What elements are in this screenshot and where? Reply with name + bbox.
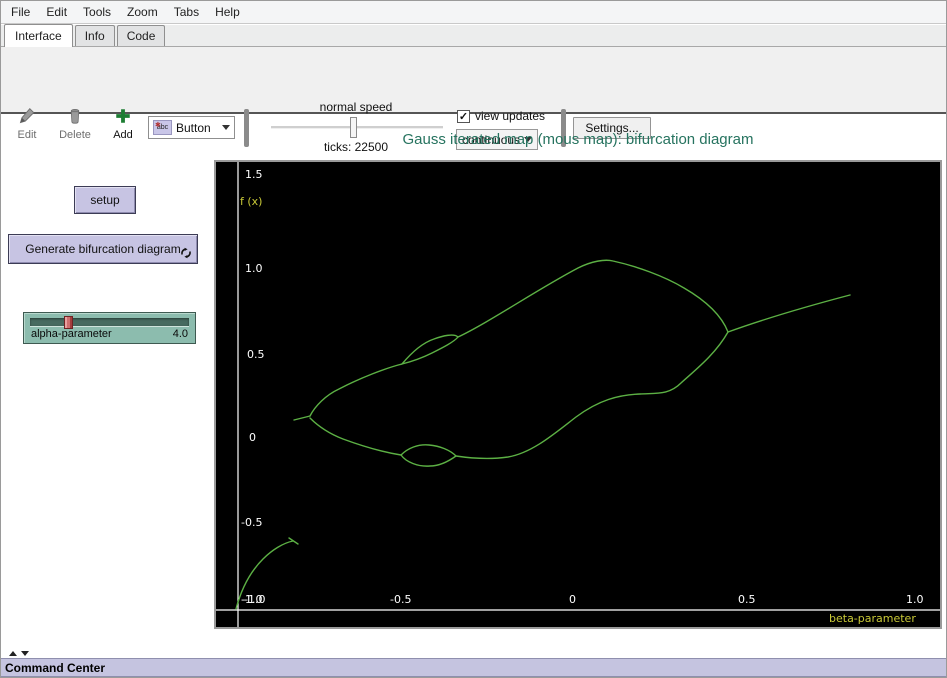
generate-button-label: Generate bifurcation diagram	[25, 242, 180, 256]
menu-tabs[interactable]: Tabs	[166, 2, 207, 22]
tab-bar: Interface Info Code	[1, 25, 946, 47]
menu-zoom[interactable]: Zoom	[119, 2, 166, 22]
widget-type-value: Button	[176, 121, 211, 135]
delete-tool-button[interactable]: Delete	[53, 107, 97, 141]
curve-segment	[458, 260, 728, 337]
abc-icon: ✱abc	[153, 120, 172, 135]
edit-tool-label: Edit	[9, 129, 45, 141]
curve-segment	[294, 416, 310, 420]
trash-icon	[53, 107, 97, 127]
setup-button-label: setup	[90, 193, 119, 207]
x-tick: -0.5	[390, 593, 411, 606]
chevron-down-icon	[222, 125, 230, 130]
command-center-header[interactable]: Command Center	[1, 658, 946, 677]
tab-interface[interactable]: Interface	[4, 24, 73, 47]
curve-segment	[401, 445, 456, 466]
view-updates-checkbox[interactable]: ✓ view updates	[457, 109, 545, 123]
menu-file[interactable]: File	[3, 2, 38, 22]
slider-label: alpha-parameter	[31, 328, 112, 340]
x-tick: 1.0	[906, 593, 924, 606]
generate-bifurcation-button[interactable]: Generate bifurcation diagram	[8, 234, 198, 264]
bifurcation-plot: 1.5 f (x) 1.0 0.5 0 -0.5 -1.0 -1.0 -0.5 …	[214, 160, 942, 629]
y-axis-label: f (x)	[240, 195, 262, 208]
netlogo-window: File Edit Tools Zoom Tabs Help Interface…	[0, 0, 947, 678]
forever-icon	[180, 247, 192, 259]
y-tick: 1.5	[245, 168, 263, 181]
model-title: Gauss iterated map (mous map): bifurcati…	[214, 131, 942, 148]
y-tick: 1.0	[245, 262, 263, 275]
menu-bar: File Edit Tools Zoom Tabs Help	[1, 1, 946, 24]
command-center-splitter[interactable]	[1, 649, 946, 658]
splitter-up-icon[interactable]	[9, 651, 17, 656]
menu-help[interactable]: Help	[207, 2, 248, 22]
add-tool-label: Add	[105, 129, 141, 141]
speed-slider-label: normal speed	[264, 100, 448, 114]
menu-tools[interactable]: Tools	[75, 2, 119, 22]
interface-toolbar: Edit Delete Add ✱abc Button normal speed…	[1, 47, 946, 114]
speed-slider-track[interactable]	[271, 126, 443, 129]
view-updates-label: view updates	[475, 109, 545, 123]
x-tick: 0.5	[738, 593, 756, 606]
x-axis-label: beta-parameter	[829, 612, 916, 625]
tab-info[interactable]: Info	[75, 25, 115, 46]
alpha-parameter-slider[interactable]: alpha-parameter 4.0	[23, 312, 196, 344]
plus-icon	[105, 107, 141, 127]
setup-button[interactable]: setup	[74, 186, 136, 214]
curve-segment	[310, 364, 402, 416]
y-tick: 0	[249, 431, 256, 444]
add-tool-button[interactable]: Add	[105, 107, 141, 141]
checkbox-check-icon: ✓	[457, 110, 470, 123]
bifurcation-curve	[236, 260, 850, 609]
pencil-icon	[9, 107, 45, 127]
menu-edit[interactable]: Edit	[38, 2, 75, 22]
slider-value: 4.0	[173, 328, 188, 340]
x-tick: 0	[569, 593, 576, 606]
edit-tool-button[interactable]: Edit	[9, 107, 45, 141]
x-tick: -1.0	[244, 593, 265, 606]
curve-segment	[310, 418, 401, 455]
delete-tool-label: Delete	[53, 129, 97, 141]
plot-canvas	[216, 162, 940, 627]
tab-code[interactable]: Code	[117, 25, 166, 46]
y-tick: -0.5	[241, 516, 262, 529]
splitter-down-icon[interactable]	[21, 651, 29, 656]
curve-segment	[402, 335, 458, 364]
curve-segment	[728, 295, 850, 332]
curve-segment	[456, 332, 728, 458]
slider-track[interactable]	[30, 318, 189, 327]
y-tick: 0.5	[247, 348, 265, 361]
